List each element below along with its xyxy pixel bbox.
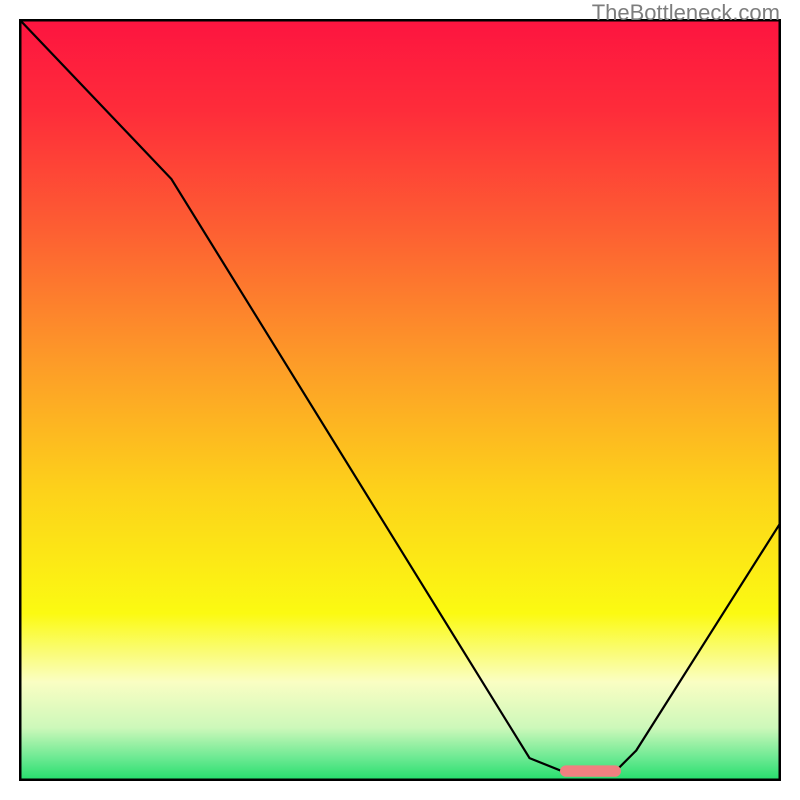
chart-svg (19, 19, 781, 781)
min-marker (560, 765, 621, 776)
chart-frame: TheBottleneck.com (0, 0, 800, 800)
watermark-text: TheBottleneck.com (592, 0, 780, 26)
gradient-background (19, 19, 781, 781)
plot-area (19, 19, 781, 781)
